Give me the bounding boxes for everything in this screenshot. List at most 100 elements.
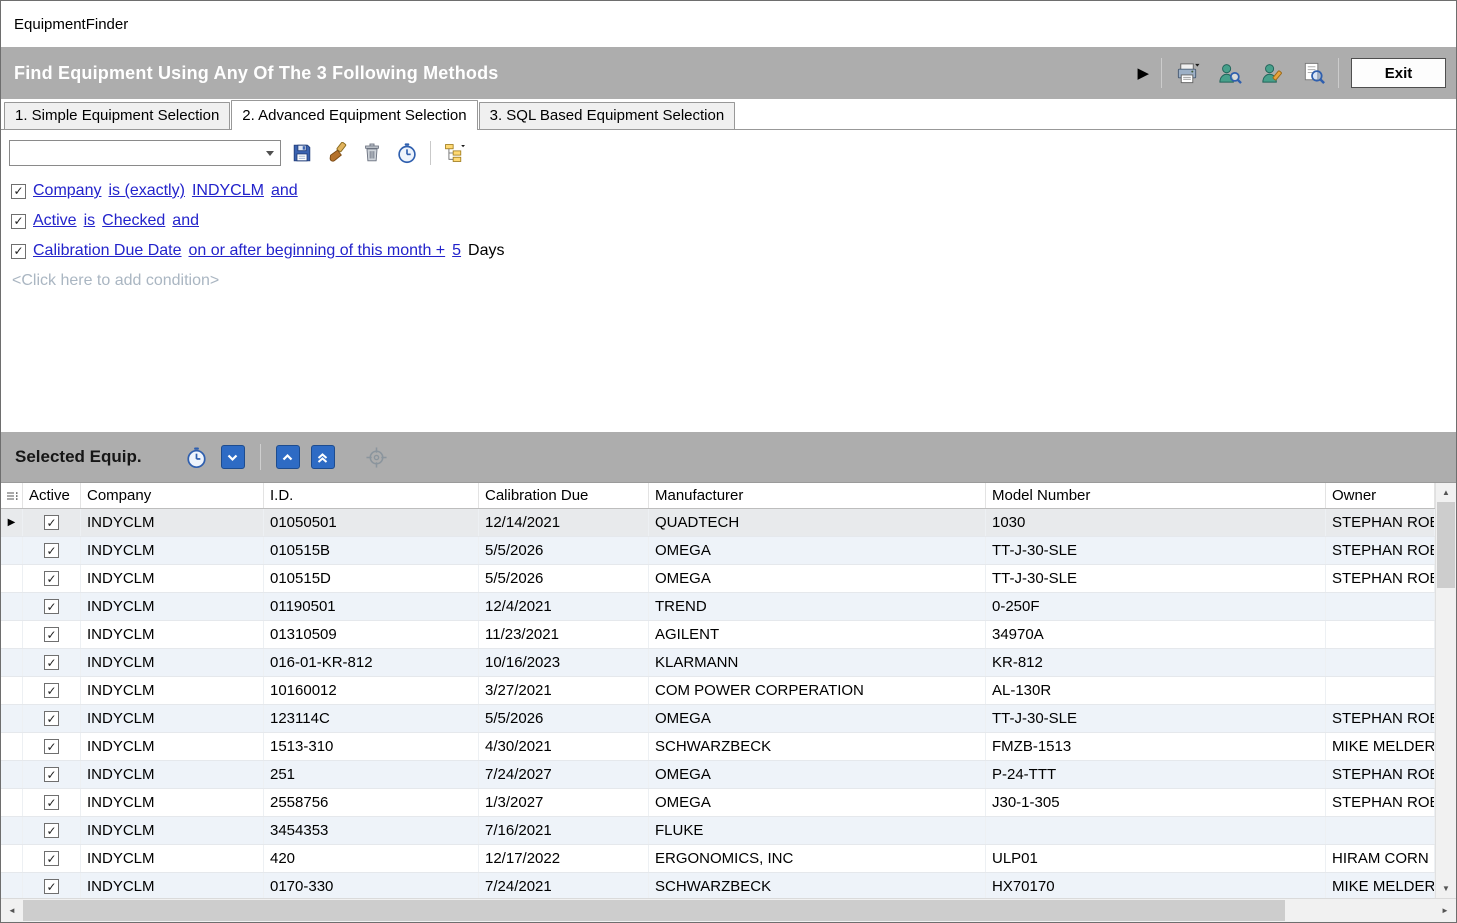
table-row[interactable]: ✓INDYCLM0131050911/23/2021AGILENT34970A xyxy=(1,621,1435,649)
table-row[interactable]: ✓INDYCLM0119050112/4/2021TREND0-250F xyxy=(1,593,1435,621)
table-row[interactable]: ✓INDYCLM016-01-KR-81210/16/2023KLARMANNK… xyxy=(1,649,1435,677)
locate-row-button[interactable] xyxy=(364,444,390,470)
row-selector[interactable] xyxy=(1,733,23,760)
table-row[interactable]: ✓INDYCLM010515D5/5/2026OMEGATT-J-30-SLES… xyxy=(1,565,1435,593)
scroll-left-icon[interactable]: ◄ xyxy=(1,899,23,922)
table-row[interactable]: ✓INDYCLM1513-3104/30/2021SCHWARZBECKFMZB… xyxy=(1,733,1435,761)
row-selector[interactable] xyxy=(1,705,23,732)
table-row[interactable]: ✓INDYCLM34543537/16/2021FLUKE xyxy=(1,817,1435,845)
row-selector[interactable] xyxy=(1,649,23,676)
column-header-manufacturer[interactable]: Manufacturer xyxy=(649,483,986,508)
column-header-active[interactable]: Active xyxy=(23,483,81,508)
filter-preset-combobox[interactable] xyxy=(9,140,281,166)
scroll-down-icon[interactable]: ▼ xyxy=(1436,879,1456,898)
user-edit-button[interactable] xyxy=(1254,56,1288,90)
condition-link[interactable]: Checked xyxy=(102,212,165,230)
cell-model-number: P-24-TTT xyxy=(986,761,1326,788)
active-checkbox[interactable]: ✓ xyxy=(44,823,59,838)
hscroll-track[interactable] xyxy=(1285,899,1434,922)
tab-simple-equipment-selection[interactable]: 1. Simple Equipment Selection xyxy=(4,102,230,129)
scroll-up-icon[interactable]: ▲ xyxy=(1436,483,1456,502)
table-row[interactable]: ✓INDYCLM25587561/3/2027OMEGAJ30-1-305STE… xyxy=(1,789,1435,817)
row-selector[interactable] xyxy=(1,621,23,648)
horizontal-scrollbar[interactable]: ◄ ► xyxy=(1,898,1456,922)
column-header-company[interactable]: Company xyxy=(81,483,264,508)
active-checkbox[interactable]: ✓ xyxy=(44,767,59,782)
row-selector[interactable] xyxy=(1,845,23,872)
vscroll-thumb[interactable] xyxy=(1437,502,1455,588)
column-header-calibration-due[interactable]: Calibration Due xyxy=(479,483,649,508)
timer-button[interactable] xyxy=(393,139,421,167)
active-checkbox[interactable]: ✓ xyxy=(44,627,59,642)
condition-checkbox[interactable]: ✓ xyxy=(11,184,26,199)
hscroll-thumb[interactable] xyxy=(23,900,1285,921)
row-selector[interactable] xyxy=(1,789,23,816)
scroll-right-icon[interactable]: ► xyxy=(1434,899,1456,922)
condition-checkbox[interactable]: ✓ xyxy=(11,214,26,229)
preview-search-button[interactable] xyxy=(1296,56,1330,90)
active-checkbox[interactable]: ✓ xyxy=(44,571,59,586)
active-checkbox[interactable]: ✓ xyxy=(44,543,59,558)
column-header-model-number[interactable]: Model Number xyxy=(986,483,1326,508)
table-row[interactable]: ✓INDYCLM101600123/27/2021COM POWER CORPE… xyxy=(1,677,1435,705)
active-checkbox[interactable]: ✓ xyxy=(44,795,59,810)
vertical-scrollbar[interactable]: ▲ ▼ xyxy=(1435,483,1456,898)
combo-dropdown-icon[interactable] xyxy=(260,141,280,165)
active-checkbox[interactable]: ✓ xyxy=(44,851,59,866)
add-condition-link[interactable]: <Click here to add condition> xyxy=(9,266,1448,296)
row-selector[interactable] xyxy=(1,593,23,620)
table-row[interactable]: ✓INDYCLM123114C5/5/2026OMEGATT-J-30-SLES… xyxy=(1,705,1435,733)
row-selector[interactable] xyxy=(1,873,23,898)
table-row[interactable]: ✓INDYCLM42012/17/2022ERGONOMICS, INCULP0… xyxy=(1,845,1435,873)
row-selector[interactable] xyxy=(1,537,23,564)
active-checkbox[interactable]: ✓ xyxy=(44,655,59,670)
column-header-i-d[interactable]: I.D. xyxy=(264,483,479,508)
cell-calibration-due: 5/5/2026 xyxy=(479,705,649,732)
active-checkbox[interactable]: ✓ xyxy=(44,879,59,894)
vscroll-track[interactable] xyxy=(1436,588,1456,879)
condition-link[interactable]: INDYCLM xyxy=(192,182,264,200)
clear-filter-button[interactable] xyxy=(323,139,351,167)
expand-panel-icon[interactable]: ▶ xyxy=(1133,66,1153,81)
active-checkbox[interactable]: ✓ xyxy=(44,599,59,614)
cell-owner xyxy=(1326,621,1435,648)
table-row[interactable]: ▶✓INDYCLM0105050112/14/2021QUADTECH1030S… xyxy=(1,509,1435,537)
user-search-button[interactable] xyxy=(1212,56,1246,90)
move-up-button[interactable] xyxy=(276,445,300,469)
row-selector[interactable] xyxy=(1,761,23,788)
row-selector[interactable] xyxy=(1,817,23,844)
print-button[interactable] xyxy=(1170,56,1204,90)
column-header-owner[interactable]: Owner xyxy=(1326,483,1435,508)
delete-filter-button[interactable] xyxy=(358,139,386,167)
row-selector[interactable]: ▶ xyxy=(1,509,23,536)
tree-view-button[interactable] xyxy=(440,139,468,167)
save-filter-button[interactable] xyxy=(288,139,316,167)
table-row[interactable]: ✓INDYCLM010515B5/5/2026OMEGATT-J-30-SLES… xyxy=(1,537,1435,565)
condition-link[interactable]: and xyxy=(172,212,199,230)
condition-link[interactable]: Calibration Due Date xyxy=(33,242,182,260)
condition-link[interactable]: is xyxy=(84,212,96,230)
cell-calibration-due: 1/3/2027 xyxy=(479,789,649,816)
condition-link[interactable]: 5 xyxy=(452,242,461,260)
condition-link[interactable]: Active xyxy=(33,212,77,230)
condition-link[interactable]: is (exactly) xyxy=(108,182,184,200)
timer-button-2[interactable] xyxy=(184,444,210,470)
active-checkbox[interactable]: ✓ xyxy=(44,711,59,726)
move-down-button[interactable] xyxy=(221,445,245,469)
active-checkbox[interactable]: ✓ xyxy=(44,683,59,698)
condition-checkbox[interactable]: ✓ xyxy=(11,244,26,259)
tab-sql-equipment-selection[interactable]: 3. SQL Based Equipment Selection xyxy=(479,102,736,129)
cell-model-number: AL-130R xyxy=(986,677,1326,704)
table-row[interactable]: ✓INDYCLM0170-3307/24/2021SCHWARZBECKHX70… xyxy=(1,873,1435,898)
table-row[interactable]: ✓INDYCLM2517/24/2027OMEGAP-24-TTTSTEPHAN… xyxy=(1,761,1435,789)
exit-button[interactable]: Exit xyxy=(1351,58,1446,88)
row-selector[interactable] xyxy=(1,565,23,592)
row-selector[interactable] xyxy=(1,677,23,704)
condition-link[interactable]: and xyxy=(271,182,298,200)
active-checkbox[interactable]: ✓ xyxy=(44,515,59,530)
tab-advanced-equipment-selection[interactable]: 2. Advanced Equipment Selection xyxy=(231,100,477,130)
condition-link[interactable]: Company xyxy=(33,182,101,200)
active-checkbox[interactable]: ✓ xyxy=(44,739,59,754)
move-top-button[interactable] xyxy=(311,445,335,469)
condition-link[interactable]: on or after beginning of this month + xyxy=(189,242,446,260)
